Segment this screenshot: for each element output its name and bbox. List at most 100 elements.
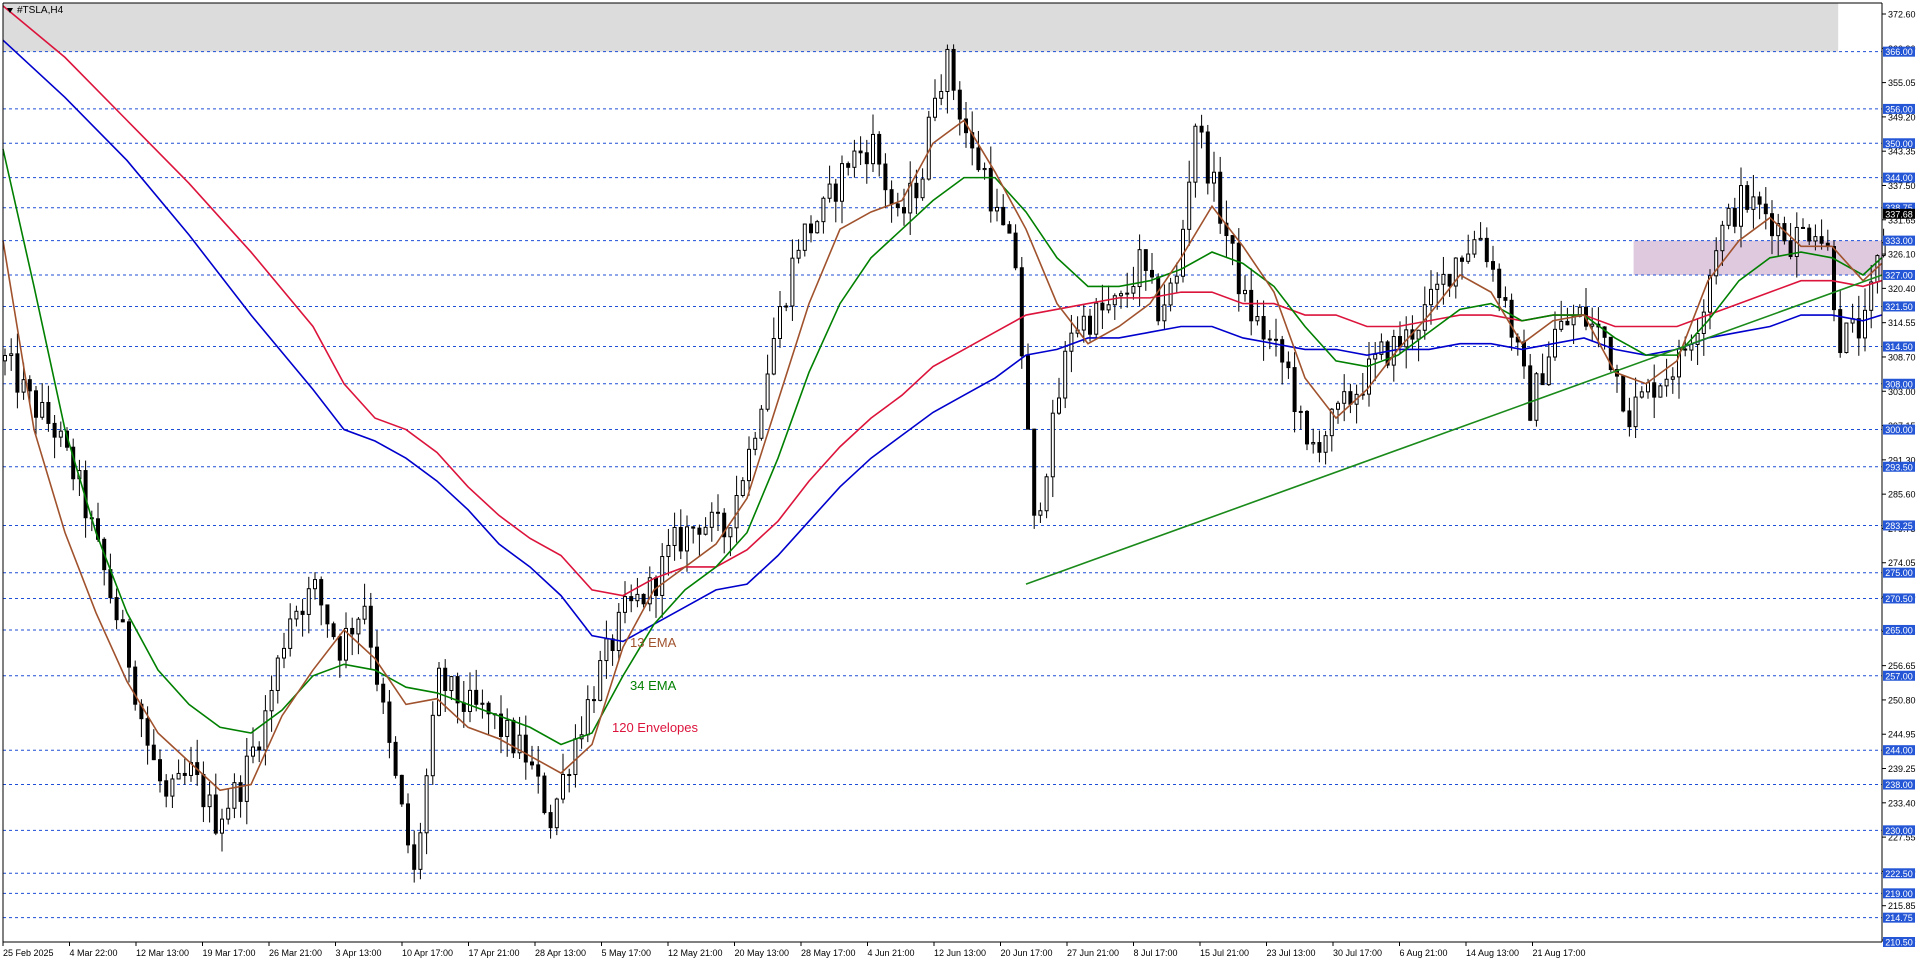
candle-body bbox=[1286, 361, 1291, 369]
candle-body bbox=[753, 437, 758, 450]
candle-body bbox=[685, 526, 689, 552]
time-tick-label: 28 May 17:00 bbox=[801, 948, 856, 958]
price-tick-label: 285.60 bbox=[1888, 490, 1916, 500]
price-tick-label: 320.40 bbox=[1888, 284, 1916, 294]
candle-body bbox=[443, 667, 448, 692]
candle-body bbox=[9, 353, 14, 357]
candle-body bbox=[263, 710, 268, 751]
candle-body bbox=[1819, 236, 1824, 244]
candle-body bbox=[350, 627, 355, 635]
candle-body bbox=[127, 621, 131, 668]
candle-body bbox=[895, 203, 900, 209]
candle-body bbox=[1466, 253, 1471, 262]
candle-body bbox=[914, 182, 919, 199]
candle-body bbox=[1844, 322, 1849, 354]
candle-body bbox=[1472, 239, 1477, 255]
candle-body bbox=[592, 699, 596, 702]
candle-body bbox=[176, 772, 181, 780]
candle-body bbox=[356, 618, 361, 635]
candle-body bbox=[58, 430, 63, 438]
candle-body bbox=[716, 511, 720, 514]
candle-body bbox=[1193, 125, 1198, 183]
candle-body bbox=[1726, 207, 1731, 226]
level-tag-label: 257.00 bbox=[1885, 671, 1913, 681]
candle-body bbox=[672, 526, 677, 546]
candle-body bbox=[151, 744, 156, 761]
candle-body bbox=[145, 718, 150, 746]
candle-body bbox=[480, 702, 485, 705]
candle-body bbox=[1336, 402, 1340, 410]
time-tick-label: 4 Mar 22:00 bbox=[70, 948, 118, 958]
price-tick-label: 314.55 bbox=[1888, 318, 1916, 328]
candle-body bbox=[1720, 224, 1725, 252]
candle-body bbox=[1639, 391, 1644, 398]
candle-body bbox=[554, 798, 559, 829]
candle-body bbox=[1652, 382, 1657, 398]
time-tick-label: 12 Jun 13:00 bbox=[934, 948, 986, 958]
candle-body bbox=[1416, 329, 1421, 340]
candle-body bbox=[1801, 226, 1805, 229]
candle-body bbox=[1627, 410, 1632, 428]
candle-body bbox=[269, 689, 274, 712]
level-tag-label: 283.25 bbox=[1885, 521, 1913, 531]
candle-body bbox=[1869, 281, 1874, 311]
candle-body bbox=[709, 511, 714, 528]
time-tick-label: 10 Apr 17:00 bbox=[402, 948, 453, 958]
candle-body bbox=[883, 163, 888, 191]
candle-body bbox=[666, 544, 671, 558]
candle-body bbox=[337, 636, 342, 661]
time-tick-label: 5 May 17:00 bbox=[602, 948, 652, 958]
candle-body bbox=[381, 683, 386, 703]
candle-body bbox=[976, 147, 981, 171]
candle-body bbox=[765, 373, 770, 410]
candle-body bbox=[226, 807, 231, 820]
candle-body bbox=[1540, 373, 1545, 386]
candle-body bbox=[877, 133, 882, 165]
candle-body bbox=[790, 257, 795, 307]
candle-body bbox=[1298, 410, 1303, 413]
candle-body bbox=[46, 401, 51, 424]
price-tick-label: 274.05 bbox=[1888, 558, 1916, 568]
candle-body bbox=[1478, 237, 1483, 241]
level-tag-label: 230.00 bbox=[1885, 826, 1913, 836]
candle-body bbox=[1435, 283, 1440, 290]
price-tick-label: 215.85 bbox=[1888, 901, 1916, 911]
candle-body bbox=[1032, 428, 1037, 516]
candle-body bbox=[1323, 435, 1328, 453]
price-tick-label: 256.65 bbox=[1888, 661, 1916, 671]
candle-body bbox=[610, 638, 615, 652]
level-tag-label: 265.00 bbox=[1885, 625, 1913, 635]
candle-body bbox=[740, 480, 745, 497]
level-tag-label: 270.50 bbox=[1885, 594, 1913, 604]
candle-body bbox=[945, 48, 950, 93]
candle-body bbox=[1243, 289, 1247, 295]
candle-body bbox=[300, 610, 305, 615]
candle-body bbox=[368, 605, 373, 648]
candle-body bbox=[616, 611, 621, 652]
level-tag-label: 344.00 bbox=[1885, 173, 1913, 183]
candle-body bbox=[257, 746, 262, 751]
time-tick-label: 25 Feb 2025 bbox=[3, 948, 54, 958]
candle-body bbox=[375, 646, 379, 685]
candle-body bbox=[623, 596, 627, 613]
candle-body bbox=[1212, 171, 1216, 184]
candle-body bbox=[449, 676, 454, 692]
candle-body bbox=[412, 844, 417, 870]
candle-body bbox=[1832, 246, 1836, 311]
candle-body bbox=[1633, 396, 1638, 428]
candle-body bbox=[536, 764, 541, 777]
candle-body bbox=[362, 605, 367, 620]
level-tag-label: 333.00 bbox=[1885, 236, 1913, 246]
time-tick-label: 26 Mar 21:00 bbox=[269, 948, 322, 958]
level-tag-label: 308.00 bbox=[1885, 379, 1913, 389]
chart-svg: 372.60360.90355.05349.20343.35337.50331.… bbox=[0, 0, 1916, 963]
candle-body bbox=[1658, 385, 1663, 398]
candle-body bbox=[1484, 237, 1489, 263]
price-tick-label: 355.05 bbox=[1888, 78, 1916, 88]
candle-body bbox=[1305, 410, 1309, 445]
candle-body bbox=[852, 150, 857, 168]
candle-body bbox=[1081, 315, 1086, 331]
candle-body bbox=[468, 689, 472, 712]
candle-body bbox=[1342, 391, 1347, 404]
symbol-label: #TSLA,H4 bbox=[17, 5, 64, 16]
